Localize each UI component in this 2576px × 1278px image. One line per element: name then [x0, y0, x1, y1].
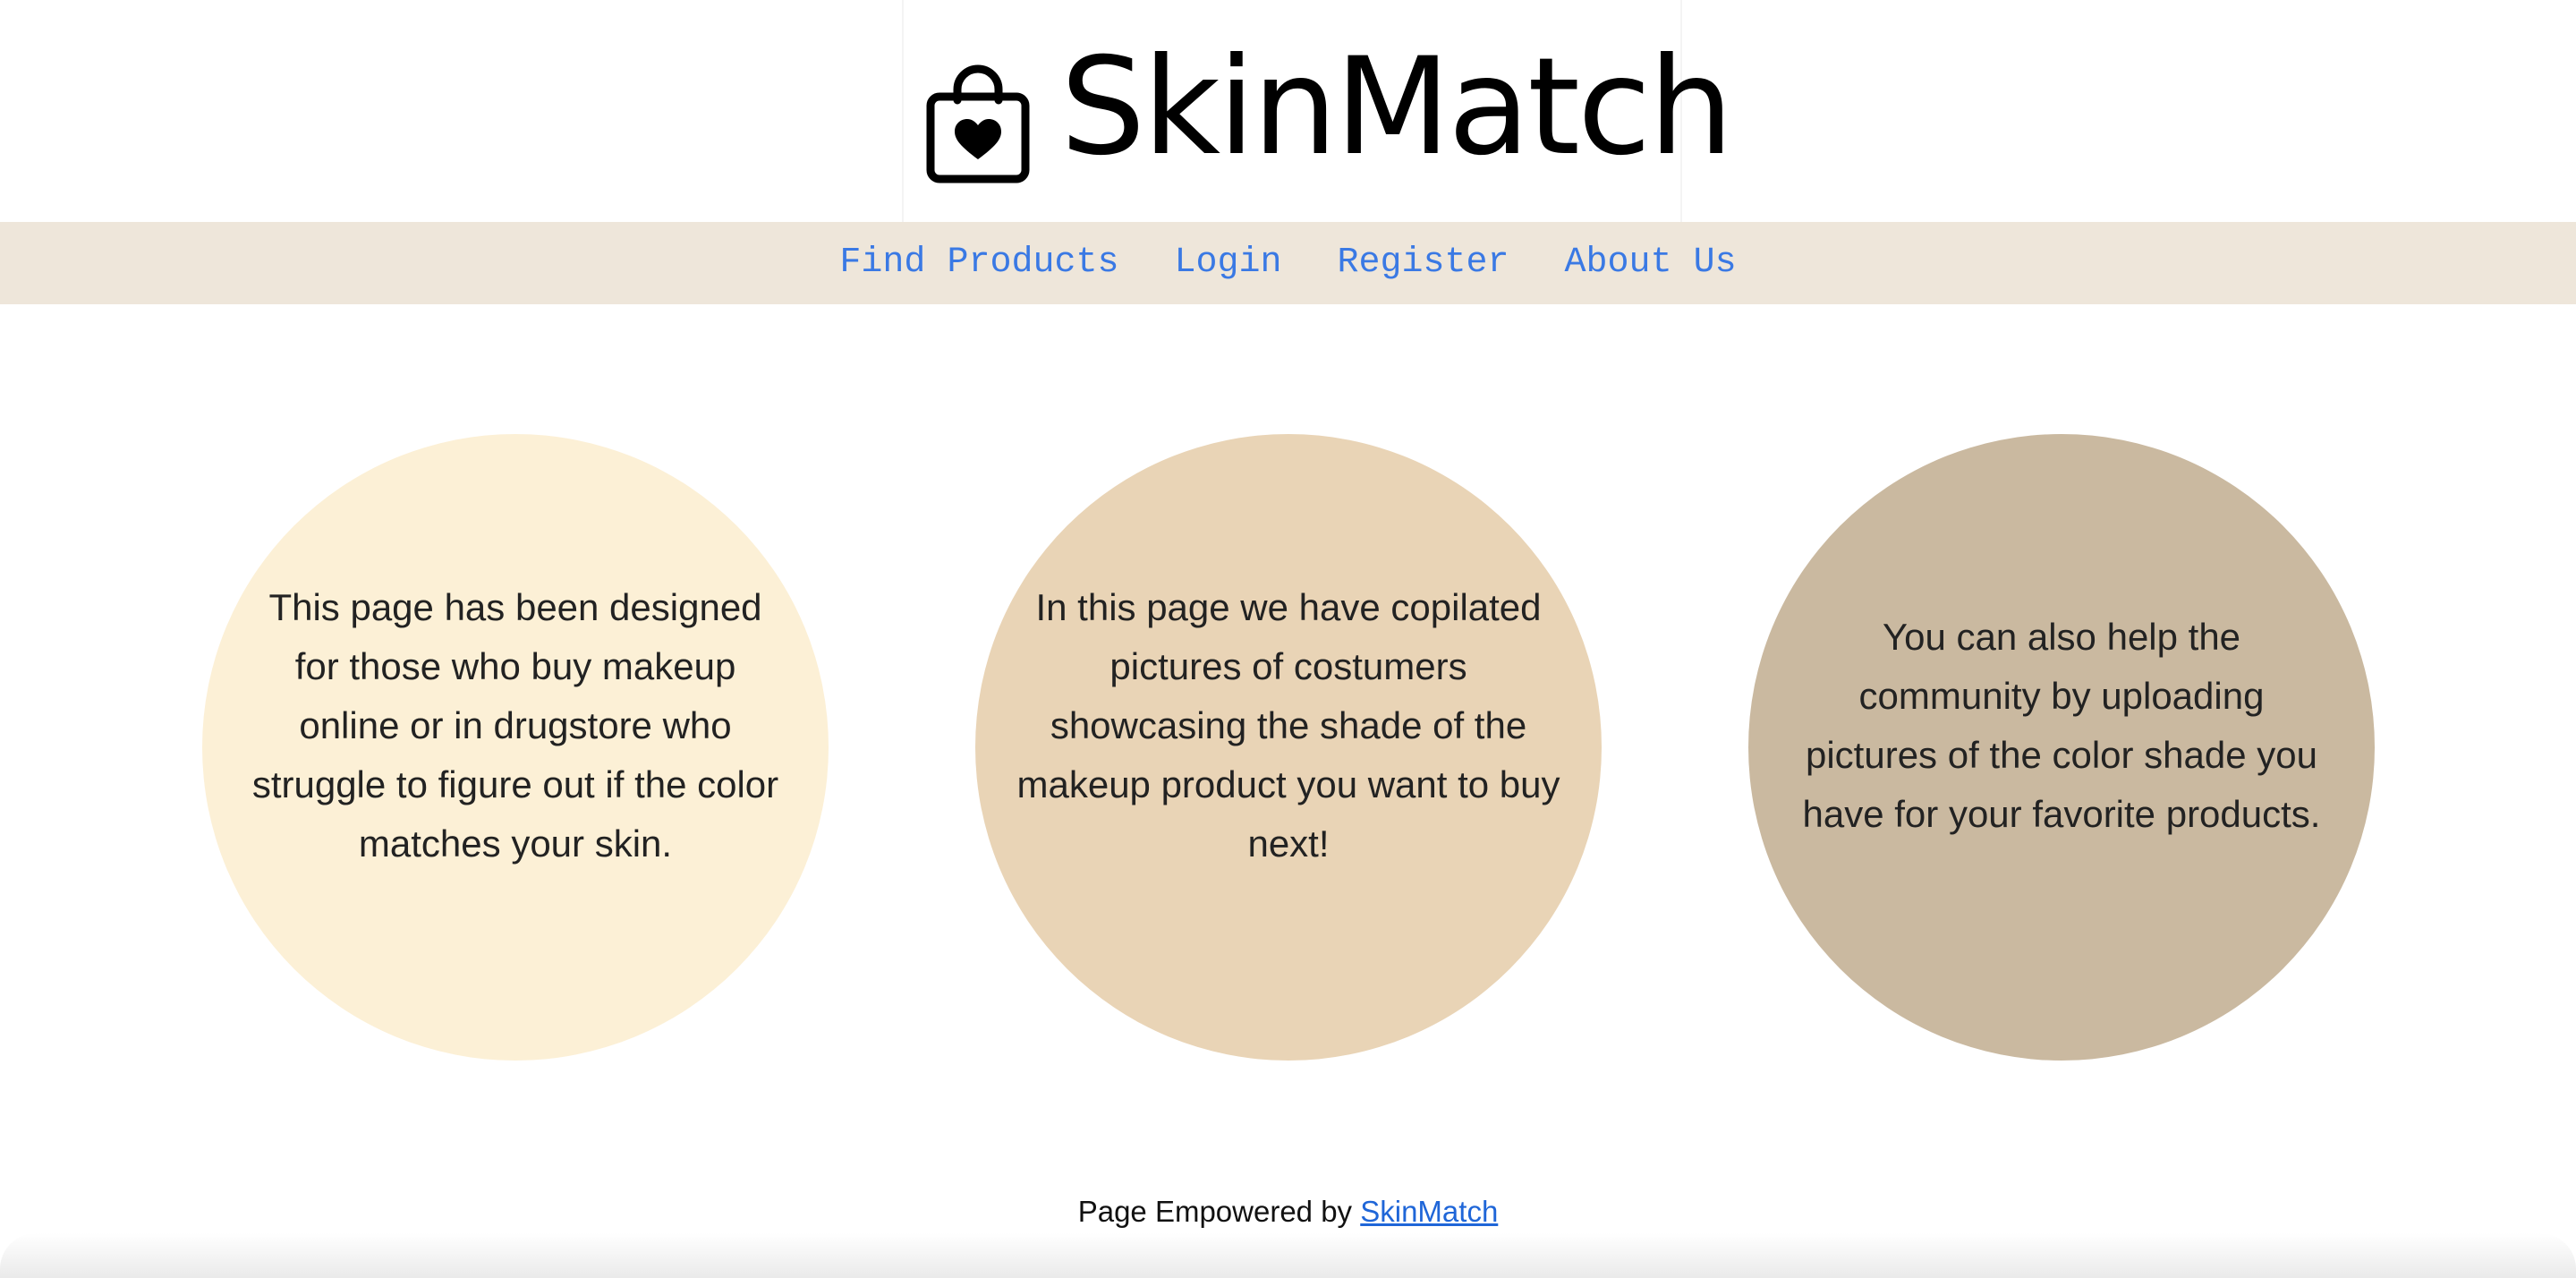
nav-find-products[interactable]: Find Products [839, 222, 1118, 304]
info-circle-text: This page has been designed for those wh… [251, 586, 779, 865]
shopping-bag-heart-icon [926, 64, 1030, 183]
site-logo-text[interactable]: SkinMatch [1060, 36, 1734, 179]
footer-skinmatch-link[interactable]: SkinMatch [1360, 1195, 1498, 1228]
info-circle-help-community: You can also help the community by uploa… [1748, 434, 2375, 1061]
footer-prefix-text: Page Empowered by [1077, 1195, 1353, 1228]
bottom-edge-shadow [0, 1233, 2576, 1278]
info-circle-compiled-pictures: In this page we have copilated pictures … [975, 434, 1602, 1061]
page-footer: Page Empowered by SkinMatch [0, 1189, 2576, 1235]
main-navbar: Find Products Login Register About Us [0, 222, 2576, 304]
site-header: SkinMatch [0, 0, 2576, 222]
info-circle-text: You can also help the community by uploa… [1802, 616, 2321, 835]
nav-about-us[interactable]: About Us [1565, 222, 1737, 304]
info-circle-designed-for: This page has been designed for those wh… [202, 434, 829, 1061]
nav-login[interactable]: Login [1174, 222, 1281, 304]
nav-register[interactable]: Register [1338, 222, 1509, 304]
info-circle-text: In this page we have copilated pictures … [1016, 586, 1560, 865]
